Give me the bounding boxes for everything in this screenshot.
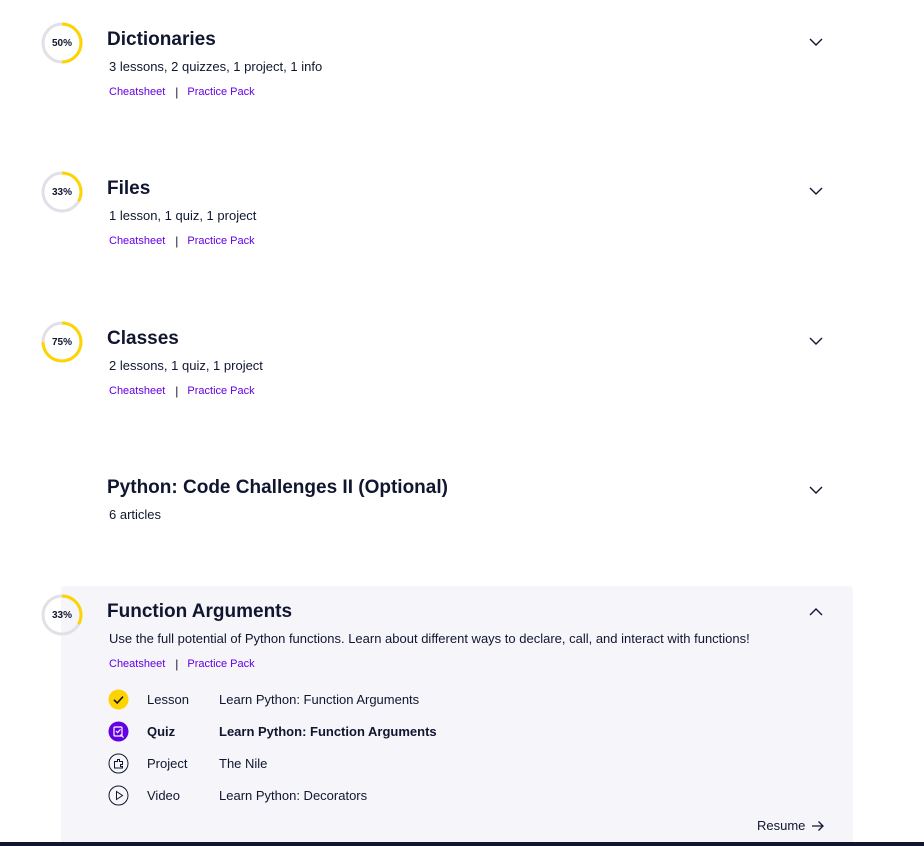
chevron-down-icon[interactable]	[808, 333, 824, 349]
module-links: Cheatsheet | Practice Pack	[109, 85, 255, 99]
link-separator: |	[175, 657, 179, 671]
resume-button[interactable]: Resume	[757, 818, 825, 833]
content-item-lesson[interactable]: Lesson Learn Python: Function Arguments	[108, 688, 419, 710]
module-links: Cheatsheet | Practice Pack	[109, 657, 255, 671]
chevron-down-icon[interactable]	[808, 34, 824, 50]
content-item-video[interactable]: Video Learn Python: Decorators	[108, 784, 367, 806]
chevron-down-icon[interactable]	[808, 482, 824, 498]
checkmark-icon	[108, 689, 129, 710]
module-links: Cheatsheet | Practice Pack	[109, 384, 255, 398]
cheatsheet-link[interactable]: Cheatsheet	[109, 385, 165, 397]
play-icon	[108, 785, 129, 806]
quiz-icon	[108, 721, 129, 742]
module-meta: 1 lesson, 1 quiz, 1 project	[109, 208, 257, 223]
progress-ring: 33%	[41, 594, 83, 636]
module-meta: 2 lessons, 1 quiz, 1 project	[109, 358, 263, 373]
practice-pack-link[interactable]: Practice Pack	[187, 235, 254, 247]
module-meta: 6 articles	[109, 507, 162, 522]
chevron-down-icon[interactable]	[808, 183, 824, 199]
bottom-edge-bar	[0, 842, 924, 846]
module-meta: 3 lessons, 2 quizzes, 1 project, 1 info	[109, 59, 323, 74]
module-description: Use the full potential of Python functio…	[109, 631, 750, 646]
progress-label: 33%	[51, 609, 72, 621]
item-name[interactable]: Learn Python: Decorators	[219, 788, 367, 803]
cheatsheet-link[interactable]: Cheatsheet	[109, 86, 165, 98]
item-kind: Quiz	[147, 723, 176, 739]
item-name[interactable]: Learn Python: Function Arguments	[219, 692, 419, 707]
content-item-quiz[interactable]: Quiz Learn Python: Function Arguments	[108, 720, 437, 742]
resume-label: Resume	[757, 818, 806, 833]
content-item-project[interactable]: Project The Nile	[108, 752, 267, 774]
item-kind: Lesson	[147, 691, 189, 707]
link-separator: |	[175, 384, 179, 398]
progress-label: 50%	[51, 37, 72, 49]
link-separator: |	[175, 234, 179, 248]
practice-pack-link[interactable]: Practice Pack	[187, 86, 254, 98]
progress-ring: 50%	[41, 22, 83, 64]
item-name[interactable]: Learn Python: Function Arguments	[219, 724, 437, 739]
progress-label: 33%	[51, 186, 72, 198]
chevron-up-icon[interactable]	[808, 604, 824, 620]
expanded-panel	[61, 586, 853, 846]
cheatsheet-link[interactable]: Cheatsheet	[109, 658, 165, 670]
practice-pack-link[interactable]: Practice Pack	[187, 658, 254, 670]
item-name[interactable]: The Nile	[219, 756, 267, 771]
progress-ring: 75%	[41, 321, 83, 363]
arrow-right-icon	[812, 820, 825, 831]
module-title[interactable]: Function Arguments	[107, 601, 292, 623]
module-links: Cheatsheet | Practice Pack	[109, 234, 255, 248]
link-separator: |	[175, 85, 179, 99]
cheatsheet-link[interactable]: Cheatsheet	[109, 235, 165, 247]
progress-label: 75%	[51, 336, 72, 348]
practice-pack-link[interactable]: Practice Pack	[187, 385, 254, 397]
item-kind: Video	[147, 787, 181, 803]
module-title[interactable]: Files	[107, 178, 150, 200]
module-title[interactable]: Dictionaries	[107, 29, 216, 51]
module-title[interactable]: Python: Code Challenges II (Optional)	[107, 477, 448, 499]
project-icon	[108, 753, 129, 774]
progress-ring: 33%	[41, 171, 83, 213]
module-title[interactable]: Classes	[107, 328, 179, 350]
item-kind: Project	[147, 755, 188, 771]
